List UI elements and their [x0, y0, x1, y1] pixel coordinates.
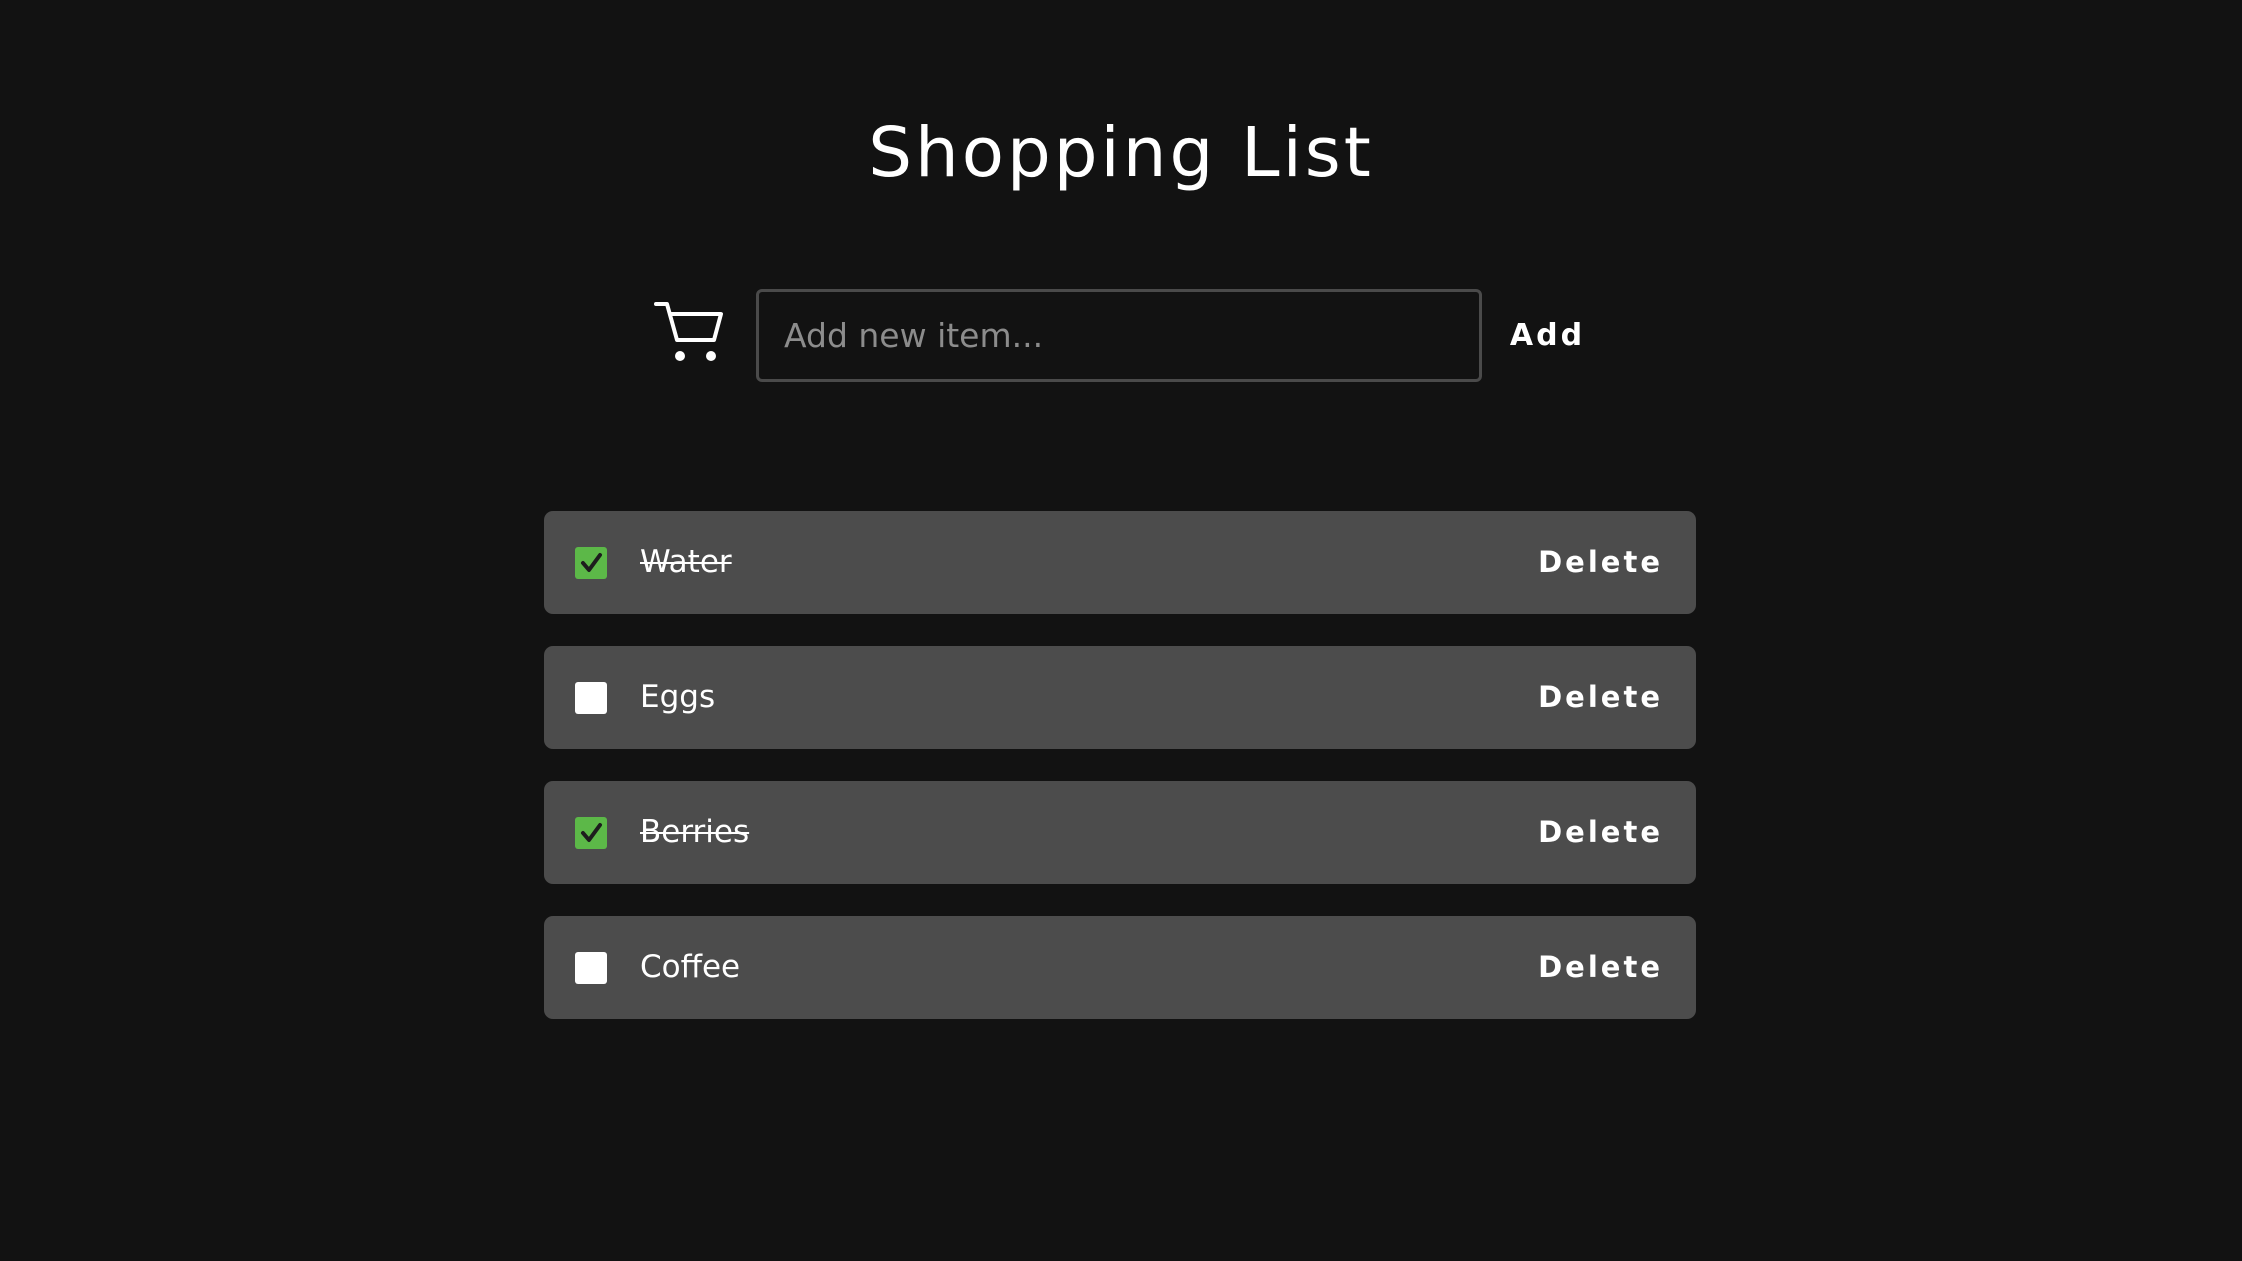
item-checkbox[interactable]	[575, 682, 607, 714]
item-checkbox[interactable]	[575, 547, 607, 579]
checkmark-icon	[581, 553, 602, 572]
delete-button[interactable]: Delete	[1538, 781, 1663, 884]
list-item: Water Delete	[544, 511, 1696, 614]
add-button[interactable]: Add	[1500, 300, 1595, 372]
item-label: Water	[640, 544, 732, 580]
item-checkbox[interactable]	[575, 817, 607, 849]
shopping-list: Water Delete Eggs Delete Berries Delete …	[544, 511, 1696, 1051]
item-label: Eggs	[640, 679, 716, 715]
list-item: Berries Delete	[544, 781, 1696, 884]
page-title: Shopping List	[868, 113, 1374, 193]
item-label: Coffee	[640, 949, 741, 985]
item-checkbox[interactable]	[575, 952, 607, 984]
list-item: Eggs Delete	[544, 646, 1696, 749]
new-item-input[interactable]	[756, 289, 1482, 382]
list-item: Coffee Delete	[544, 916, 1696, 1019]
delete-button[interactable]: Delete	[1538, 511, 1663, 614]
delete-button[interactable]: Delete	[1538, 916, 1663, 1019]
delete-button[interactable]: Delete	[1538, 646, 1663, 749]
item-label: Berries	[640, 814, 750, 850]
checkmark-icon	[581, 823, 602, 842]
shopping-cart-icon	[654, 300, 726, 366]
